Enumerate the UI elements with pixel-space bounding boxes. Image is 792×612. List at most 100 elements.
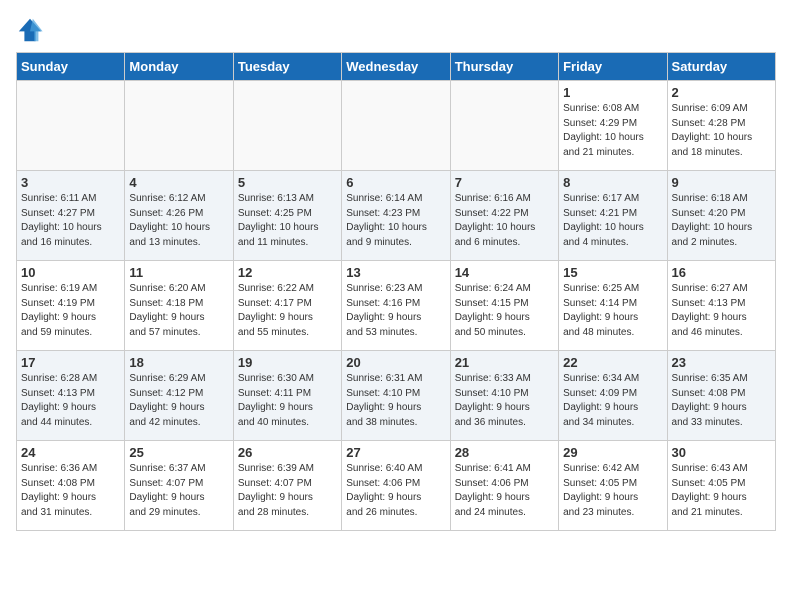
day-header-friday: Friday: [559, 53, 667, 81]
day-info: Sunrise: 6:31 AM Sunset: 4:10 PM Dayligh…: [346, 372, 445, 430]
calendar-cell: 23 Sunrise: 6:35 AM Sunset: 4:08 PM Dayli…: [667, 351, 775, 441]
day-number: 21: [455, 355, 554, 370]
day-info: Sunrise: 6:16 AM Sunset: 4:22 PM Dayligh…: [455, 192, 554, 250]
day-info: Sunrise: 6:09 AM Sunset: 4:28 PM Dayligh…: [672, 102, 771, 160]
calendar-cell: 5 Sunrise: 6:13 AM Sunset: 4:25 PM Daylig…: [233, 171, 341, 261]
day-header-sunday: Sunday: [17, 53, 125, 81]
calendar-cell: 24 Sunrise: 6:36 AM Sunset: 4:08 PM Dayli…: [17, 441, 125, 531]
day-number: 22: [563, 355, 662, 370]
day-number: 6: [346, 175, 445, 190]
calendar-cell: 2 Sunrise: 6:09 AM Sunset: 4:28 PM Daylig…: [667, 81, 775, 171]
day-number: 26: [238, 445, 337, 460]
calendar-cell: 26Sunrise: 6:39 AM Sunset: 4:07 PM Dayli…: [233, 441, 341, 531]
day-info: Sunrise: 6:25 AM Sunset: 4:14 PM Dayligh…: [563, 282, 662, 340]
day-number: 2: [672, 85, 771, 100]
calendar-cell: 1 Sunrise: 6:08 AM Sunset: 4:29 PM Daylig…: [559, 81, 667, 171]
header: [16, 16, 776, 44]
day-info: Sunrise: 6:35 AM Sunset: 4:08 PM Dayligh…: [672, 372, 771, 430]
calendar-cell: [342, 81, 450, 171]
calendar-cell: 22 Sunrise: 6:34 AM Sunset: 4:09 PM Dayli…: [559, 351, 667, 441]
day-number: 4: [129, 175, 228, 190]
week-row-5: 24 Sunrise: 6:36 AM Sunset: 4:08 PM Dayli…: [17, 441, 776, 531]
day-info: Sunrise: 6:37 AM Sunset: 4:07 PM Dayligh…: [129, 462, 228, 520]
calendar-cell: 17 Sunrise: 6:28 AM Sunset: 4:13 PM Dayli…: [17, 351, 125, 441]
day-header-thursday: Thursday: [450, 53, 558, 81]
calendar-cell: 12 Sunrise: 6:22 AM Sunset: 4:17 PM Dayli…: [233, 261, 341, 351]
day-info: Sunrise: 6:14 AM Sunset: 4:23 PM Dayligh…: [346, 192, 445, 250]
calendar-cell: 21 Sunrise: 6:33 AM Sunset: 4:10 PM Dayli…: [450, 351, 558, 441]
calendar-cell: 27Sunrise: 6:40 AM Sunset: 4:06 PM Dayli…: [342, 441, 450, 531]
day-number: 25: [129, 445, 228, 460]
day-number: 28: [455, 445, 554, 460]
calendar-cell: 20 Sunrise: 6:31 AM Sunset: 4:10 PM Dayli…: [342, 351, 450, 441]
logo-icon: [16, 16, 44, 44]
day-info: Sunrise: 6:33 AM Sunset: 4:10 PM Dayligh…: [455, 372, 554, 430]
day-number: 1: [563, 85, 662, 100]
day-number: 7: [455, 175, 554, 190]
calendar-cell: 7 Sunrise: 6:16 AM Sunset: 4:22 PM Daylig…: [450, 171, 558, 261]
day-info: Sunrise: 6:34 AM Sunset: 4:09 PM Dayligh…: [563, 372, 662, 430]
day-info: Sunrise: 6:12 AM Sunset: 4:26 PM Dayligh…: [129, 192, 228, 250]
calendar-cell: 16 Sunrise: 6:27 AM Sunset: 4:13 PM Dayli…: [667, 261, 775, 351]
day-info: Sunrise: 6:29 AM Sunset: 4:12 PM Dayligh…: [129, 372, 228, 430]
day-header-tuesday: Tuesday: [233, 53, 341, 81]
day-info: Sunrise: 6:11 AM Sunset: 4:27 PM Dayligh…: [21, 192, 120, 250]
calendar-header-row: SundayMondayTuesdayWednesdayThursdayFrid…: [17, 53, 776, 81]
calendar-cell: 14 Sunrise: 6:24 AM Sunset: 4:15 PM Dayli…: [450, 261, 558, 351]
calendar-cell: 15Sunrise: 6:25 AM Sunset: 4:14 PM Dayli…: [559, 261, 667, 351]
day-info: Sunrise: 6:43 AM Sunset: 4:05 PM Dayligh…: [672, 462, 771, 520]
day-header-monday: Monday: [125, 53, 233, 81]
day-number: 18: [129, 355, 228, 370]
day-number: 3: [21, 175, 120, 190]
calendar-cell: 29Sunrise: 6:42 AM Sunset: 4:05 PM Dayli…: [559, 441, 667, 531]
calendar-cell: 9 Sunrise: 6:18 AM Sunset: 4:20 PM Daylig…: [667, 171, 775, 261]
day-number: 23: [672, 355, 771, 370]
day-number: 19: [238, 355, 337, 370]
day-number: 5: [238, 175, 337, 190]
day-info: Sunrise: 6:41 AM Sunset: 4:06 PM Dayligh…: [455, 462, 554, 520]
day-number: 27: [346, 445, 445, 460]
day-number: 24: [21, 445, 120, 460]
calendar-cell: [125, 81, 233, 171]
calendar-cell: [17, 81, 125, 171]
day-header-saturday: Saturday: [667, 53, 775, 81]
logo: [16, 16, 48, 44]
calendar-cell: 25 Sunrise: 6:37 AM Sunset: 4:07 PM Dayli…: [125, 441, 233, 531]
day-number: 16: [672, 265, 771, 280]
week-row-2: 3 Sunrise: 6:11 AM Sunset: 4:27 PM Daylig…: [17, 171, 776, 261]
day-info: Sunrise: 6:22 AM Sunset: 4:17 PM Dayligh…: [238, 282, 337, 340]
day-info: Sunrise: 6:24 AM Sunset: 4:15 PM Dayligh…: [455, 282, 554, 340]
week-row-3: 10 Sunrise: 6:19 AM Sunset: 4:19 PM Dayli…: [17, 261, 776, 351]
day-number: 30: [672, 445, 771, 460]
calendar-cell: 18 Sunrise: 6:29 AM Sunset: 4:12 PM Dayli…: [125, 351, 233, 441]
day-number: 14: [455, 265, 554, 280]
day-number: 12: [238, 265, 337, 280]
day-info: Sunrise: 6:17 AM Sunset: 4:21 PM Dayligh…: [563, 192, 662, 250]
day-header-wednesday: Wednesday: [342, 53, 450, 81]
calendar-cell: 6 Sunrise: 6:14 AM Sunset: 4:23 PM Daylig…: [342, 171, 450, 261]
calendar-cell: 10 Sunrise: 6:19 AM Sunset: 4:19 PM Dayli…: [17, 261, 125, 351]
day-info: Sunrise: 6:13 AM Sunset: 4:25 PM Dayligh…: [238, 192, 337, 250]
day-number: 9: [672, 175, 771, 190]
calendar-cell: 4 Sunrise: 6:12 AM Sunset: 4:26 PM Daylig…: [125, 171, 233, 261]
day-info: Sunrise: 6:19 AM Sunset: 4:19 PM Dayligh…: [21, 282, 120, 340]
calendar-cell: 13Sunrise: 6:23 AM Sunset: 4:16 PM Dayli…: [342, 261, 450, 351]
day-info: Sunrise: 6:30 AM Sunset: 4:11 PM Dayligh…: [238, 372, 337, 430]
day-number: 10: [21, 265, 120, 280]
calendar-cell: 11Sunrise: 6:20 AM Sunset: 4:18 PM Dayli…: [125, 261, 233, 351]
calendar-cell: 28 Sunrise: 6:41 AM Sunset: 4:06 PM Dayli…: [450, 441, 558, 531]
day-info: Sunrise: 6:36 AM Sunset: 4:08 PM Dayligh…: [21, 462, 120, 520]
calendar: SundayMondayTuesdayWednesdayThursdayFrid…: [16, 52, 776, 531]
day-info: Sunrise: 6:28 AM Sunset: 4:13 PM Dayligh…: [21, 372, 120, 430]
calendar-cell: 30 Sunrise: 6:43 AM Sunset: 4:05 PM Dayli…: [667, 441, 775, 531]
day-info: Sunrise: 6:18 AM Sunset: 4:20 PM Dayligh…: [672, 192, 771, 250]
day-number: 17: [21, 355, 120, 370]
calendar-cell: 8Sunrise: 6:17 AM Sunset: 4:21 PM Daylig…: [559, 171, 667, 261]
day-number: 29: [563, 445, 662, 460]
day-info: Sunrise: 6:20 AM Sunset: 4:18 PM Dayligh…: [129, 282, 228, 340]
calendar-cell: 3 Sunrise: 6:11 AM Sunset: 4:27 PM Daylig…: [17, 171, 125, 261]
day-info: Sunrise: 6:27 AM Sunset: 4:13 PM Dayligh…: [672, 282, 771, 340]
calendar-cell: [233, 81, 341, 171]
day-number: 20: [346, 355, 445, 370]
day-info: Sunrise: 6:08 AM Sunset: 4:29 PM Dayligh…: [563, 102, 662, 160]
